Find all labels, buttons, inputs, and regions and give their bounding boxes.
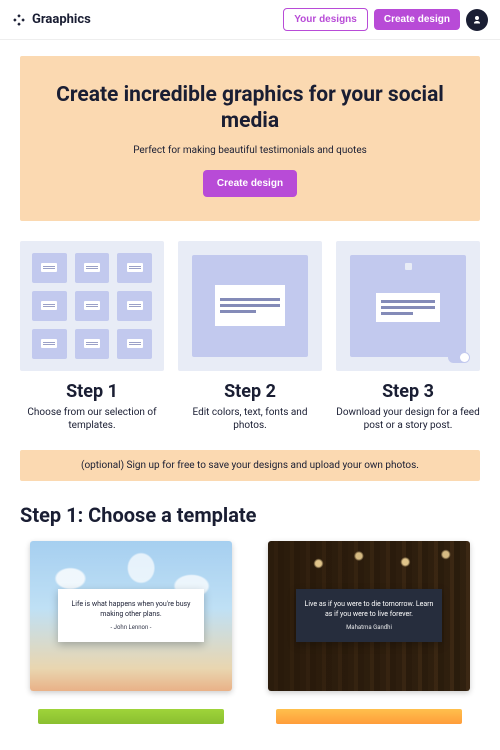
quote-card: Live as if you were to die tomorrow. Lea…: [296, 589, 441, 643]
quote-card: Life is what happens when you're busy ma…: [58, 589, 203, 643]
profile-button[interactable]: [466, 9, 488, 31]
template-option-1: Life is what happens when you're busy ma…: [30, 541, 232, 724]
hero-subtitle: Perfect for making beautiful testimonial…: [50, 145, 450, 156]
step-illustration-edit: [178, 241, 322, 371]
quote-author: Mahatma Gandhi: [304, 624, 433, 631]
header-actions: Your designs Create design: [283, 8, 488, 31]
brand-name: Graaphics: [32, 12, 91, 27]
toggle-icon: [448, 352, 470, 363]
create-design-button[interactable]: Create design: [374, 9, 460, 30]
choose-template-heading: Step 1: Choose a template: [20, 503, 480, 527]
quote-text: Live as if you were to die tomorrow. Lea…: [304, 600, 433, 620]
step-desc: Choose from our selection of templates.: [20, 406, 164, 432]
step-title: Step 1: [20, 381, 164, 402]
quote-author: - John Lennon -: [66, 624, 195, 631]
logo-icon: [12, 13, 26, 27]
step-title: Step 3: [336, 381, 480, 402]
step-desc: Download your design for a feed post or …: [336, 406, 480, 432]
step-illustration-download: [336, 241, 480, 371]
steps-row: Step 1 Choose from our selection of temp…: [20, 241, 480, 432]
step-card-1: Step 1 Choose from our selection of temp…: [20, 241, 164, 432]
brand-logo[interactable]: Graaphics: [12, 12, 91, 27]
hero-title: Create incredible graphics for your soci…: [50, 82, 450, 135]
template-color-swatch[interactable]: [38, 709, 224, 724]
hero-create-design-button[interactable]: Create design: [203, 170, 297, 197]
step-title: Step 2: [178, 381, 322, 402]
step-card-3: Step 3 Download your design for a feed p…: [336, 241, 480, 432]
template-option-2: Live as if you were to die tomorrow. Lea…: [268, 541, 470, 724]
your-designs-button[interactable]: Your designs: [283, 8, 368, 31]
step-desc: Edit colors, text, fonts and photos.: [178, 406, 322, 432]
hero-banner: Create incredible graphics for your soci…: [20, 56, 480, 221]
user-icon: [471, 14, 483, 26]
step-illustration-templates: [20, 241, 164, 371]
quote-text: Life is what happens when you're busy ma…: [66, 600, 195, 620]
template-color-swatch[interactable]: [276, 709, 462, 724]
app-header: Graaphics Your designs Create design: [0, 0, 500, 40]
template-card[interactable]: Live as if you were to die tomorrow. Lea…: [268, 541, 470, 691]
template-row: Life is what happens when you're busy ma…: [20, 541, 480, 724]
signup-tip-bar: (optional) Sign up for free to save your…: [20, 450, 480, 481]
template-card[interactable]: Life is what happens when you're busy ma…: [30, 541, 232, 691]
step-card-2: Step 2 Edit colors, text, fonts and phot…: [178, 241, 322, 432]
